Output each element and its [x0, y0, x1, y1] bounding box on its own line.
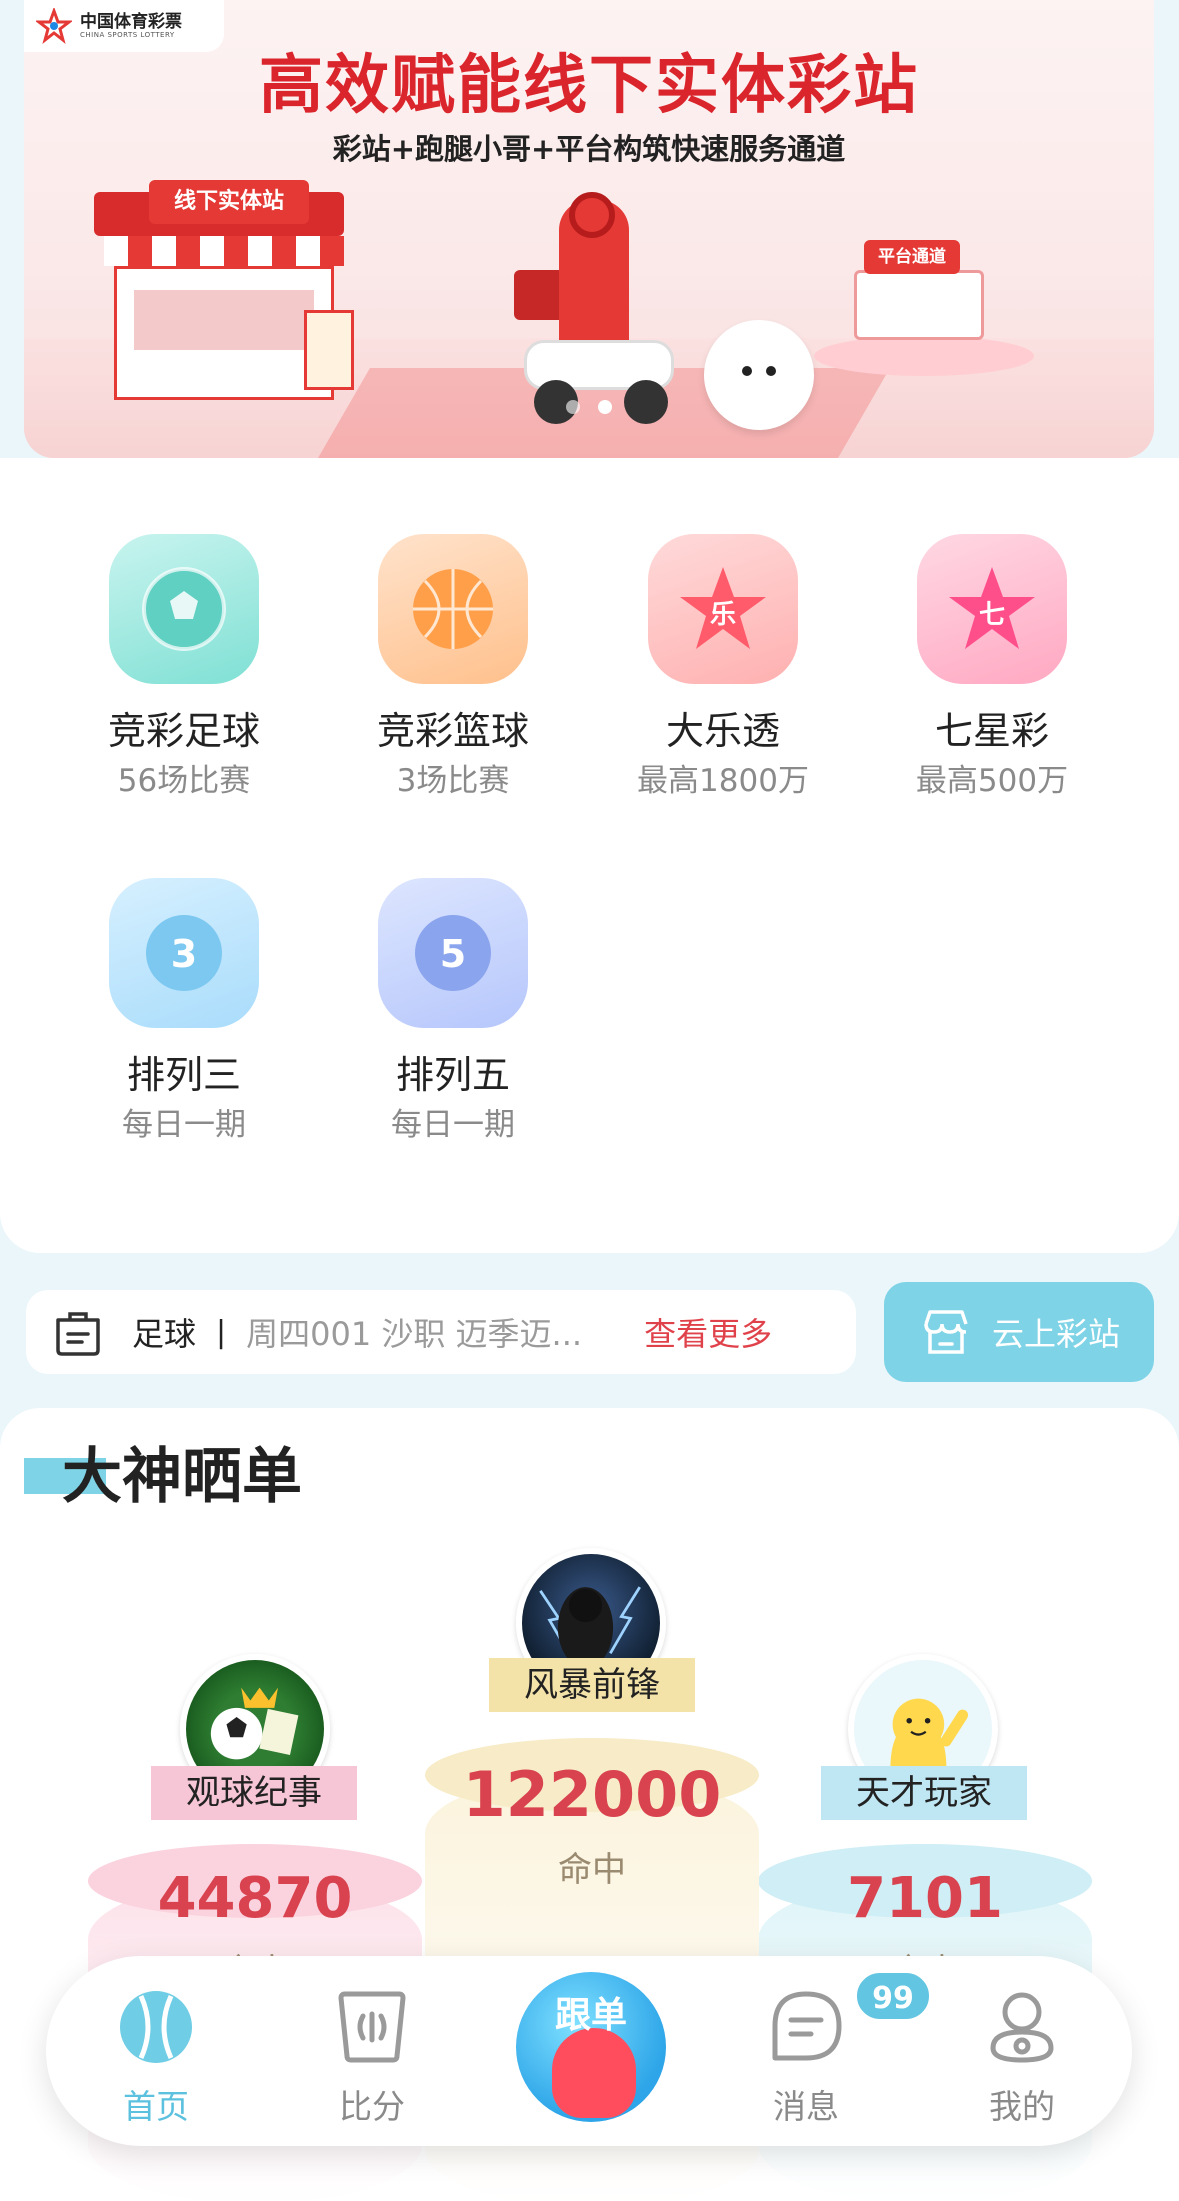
svg-text:5: 5 — [440, 932, 466, 976]
game-name: 竞彩足球 — [107, 709, 260, 753]
nav-label: 消息 — [773, 2087, 839, 2126]
star-qi-icon: 七 — [917, 534, 1067, 684]
store-illustration: 线下实体站 — [94, 180, 364, 400]
notice-text: 周四001 沙职 迈季迈... — [246, 1315, 583, 1353]
courier-illustration — [514, 192, 684, 430]
game-tile-basketball[interactable]: 竞彩篮球 3场比赛 — [318, 458, 588, 799]
score-value: 122000 — [462, 1758, 722, 1831]
nav-label: 首页 — [123, 2087, 189, 2126]
nav-label: 比分 — [339, 2087, 405, 2126]
notice-separator: | — [216, 1314, 227, 1350]
score-value: 44870 — [157, 1866, 353, 1931]
game-tile-qxc[interactable]: 七 七星彩 最高500万 — [857, 458, 1127, 799]
message-icon — [772, 1991, 842, 2061]
svg-text:七: 七 — [979, 600, 1005, 630]
carousel-dot-active[interactable] — [598, 400, 612, 414]
nav-label: 我的 — [989, 2087, 1055, 2126]
logo-text: 中国体育彩票 — [80, 11, 182, 32]
nav-follow-button[interactable]: 跟单 — [516, 1972, 666, 2122]
home-ball-icon — [120, 1991, 192, 2063]
game-name: 排列三 — [126, 1053, 241, 1097]
cloud-station-label: 云上彩站 — [991, 1315, 1120, 1353]
nameplate-rank-1: 风暴前锋 — [489, 1658, 695, 1712]
banner-subline: 彩站+跑腿小哥+平台构筑快速服务通道 — [332, 132, 846, 166]
platform-illustration: 平台通道 — [814, 240, 1034, 380]
game-name: 大乐透 — [665, 709, 780, 753]
game-name: 排列五 — [395, 1053, 510, 1097]
game-grid: 竞彩足球 56场比赛 竞彩篮球 3场比赛 乐 大乐透 最高1800万 七 七星彩… — [0, 458, 1179, 1253]
nav-score[interactable]: 比分 — [302, 1986, 442, 2128]
section-title: 大神晒单 — [62, 1442, 302, 1512]
platform-label: 平台通道 — [864, 240, 960, 274]
game-sub: 每日一期 — [122, 1107, 246, 1143]
football-icon — [109, 534, 259, 684]
store-sign: 线下实体站 — [149, 180, 309, 224]
store-icon — [924, 1310, 968, 1354]
star-le-icon: 乐 — [648, 534, 798, 684]
nav-profile[interactable]: 我的 — [952, 1986, 1092, 2128]
game-tile-pl5[interactable]: 5 排列五 每日一期 — [318, 802, 588, 1143]
nav-label: 跟单 — [554, 1995, 627, 2036]
cloud-station-button[interactable]: 云上彩站 — [884, 1282, 1154, 1382]
see-more-link[interactable]: 查看更多 — [644, 1309, 772, 1355]
game-tile-pl3[interactable]: 3 排列三 每日一期 — [49, 802, 319, 1143]
svg-text:3: 3 — [171, 932, 197, 976]
notice-icon — [56, 1312, 100, 1356]
score-icon — [338, 1991, 406, 2063]
bottom-navigation: 首页 比分 跟单 消息 99 我的 — [46, 1956, 1132, 2146]
hit-label: 命中 — [558, 1850, 626, 1890]
ball-5-icon: 5 — [378, 878, 528, 1028]
carousel-dot[interactable] — [566, 400, 580, 414]
message-count-badge: 99 — [854, 1970, 932, 2022]
follow-mascot-icon — [552, 2028, 636, 2118]
game-tile-dlt[interactable]: 乐 大乐透 最高1800万 — [588, 458, 858, 799]
profile-icon — [990, 1992, 1054, 2063]
svg-text:乐: 乐 — [710, 600, 736, 630]
score-value: 7101 — [847, 1866, 1003, 1931]
nav-home[interactable]: 首页 — [86, 1986, 226, 2128]
banner-headline: 高效赋能线下实体彩站 — [259, 49, 919, 123]
promo-banner[interactable]: 中国体育彩票 CHINA SPORTS LOTTERY 高效赋能线下实体彩站 彩… — [24, 0, 1154, 458]
carousel-indicator — [24, 400, 1154, 414]
game-sub: 每日一期 — [391, 1107, 515, 1143]
game-tile-football[interactable]: 竞彩足球 56场比赛 — [49, 458, 319, 799]
nav-messages[interactable]: 消息 — [736, 1986, 876, 2128]
basketball-icon — [378, 534, 528, 684]
game-sub: 3场比赛 — [396, 763, 510, 799]
ball-3-icon: 3 — [109, 878, 259, 1028]
game-sub: 最高500万 — [915, 763, 1069, 799]
game-sub: 56场比赛 — [117, 763, 251, 799]
nameplate-rank-3: 天才玩家 — [821, 1766, 1027, 1820]
game-sub: 最高1800万 — [637, 763, 809, 799]
nameplate-rank-2: 观球纪事 — [151, 1766, 357, 1820]
notice-category: 足球 — [132, 1315, 197, 1353]
match-notice-bar[interactable]: 足球 | 周四001 沙职 迈季迈... 查看更多 — [26, 1290, 856, 1374]
game-name: 竞彩篮球 — [376, 709, 529, 753]
game-name: 七星彩 — [934, 709, 1049, 753]
